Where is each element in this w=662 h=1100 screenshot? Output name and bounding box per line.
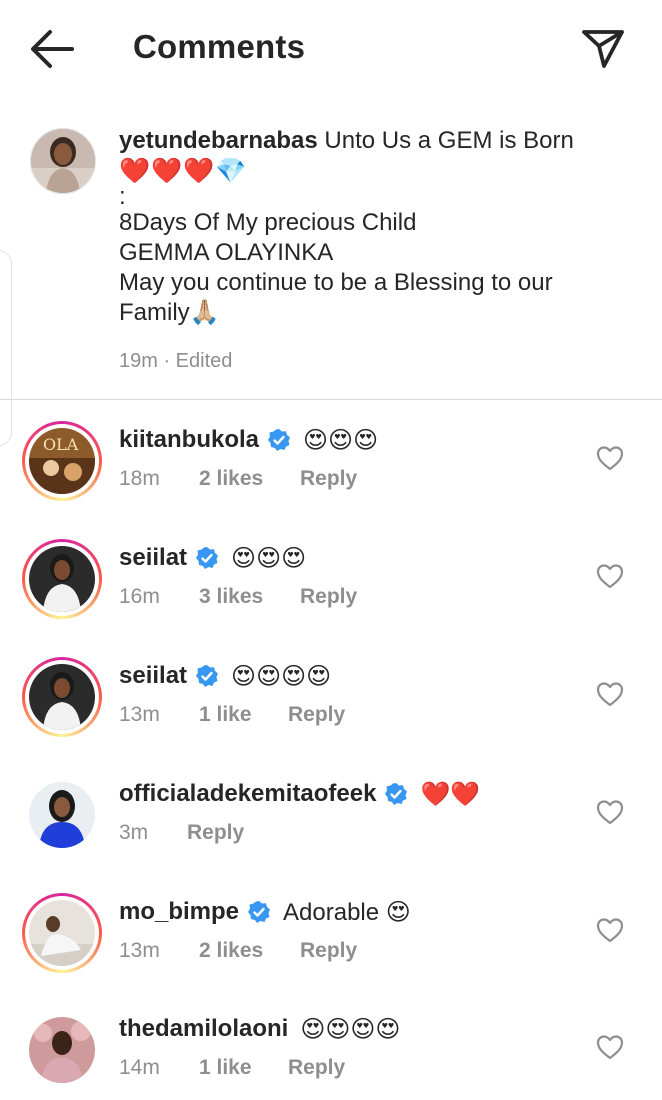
post-caption: yetundebarnabas Unto Us a GEM is Born ❤️… (0, 120, 662, 400)
reply-button[interactable]: Reply (300, 585, 357, 609)
comment-item: seiilat 😍😍😍😍 13m 1 like Reply (0, 657, 662, 775)
comment-time: 13m (119, 939, 160, 962)
caption-first-line: Unto Us a GEM is Born (324, 127, 574, 154)
avatar[interactable] (22, 1010, 102, 1090)
comment-text: ❤️❤️ (420, 780, 481, 808)
comment-text: 😍😍😍😍 (300, 1015, 401, 1043)
comment-item: mo_bimpe Adorable 😍 13m 2 likes Reply (0, 893, 662, 1011)
avatar[interactable]: OLA (22, 421, 102, 501)
caption-line: May you continue to be a Blessing to our (119, 269, 553, 296)
comment-text: Adorable 😍 (283, 898, 411, 926)
avatar[interactable] (22, 657, 102, 737)
heart-icon[interactable] (596, 799, 624, 825)
avatar[interactable] (22, 893, 102, 973)
reply-button[interactable]: Reply (300, 939, 357, 963)
comment-username[interactable]: kiitanbukola (119, 426, 259, 454)
avatar[interactable] (22, 775, 102, 855)
comment-likes[interactable]: 1 like (199, 1056, 288, 1080)
comment-username[interactable]: seiilat (119, 662, 187, 690)
arrow-left-icon (31, 30, 74, 68)
comment-item: OLA kiitanbukola 😍😍😍 18m 2 likes Reply (0, 421, 662, 539)
comment-time: 18m (119, 467, 160, 490)
reply-button[interactable]: Reply (288, 1056, 345, 1080)
caption-username[interactable]: yetundebarnabas (119, 127, 318, 154)
page-title: Comments (133, 28, 306, 65)
heart-icon[interactable] (596, 563, 624, 589)
back-button[interactable] (28, 26, 76, 72)
comment-username[interactable]: seiilat (119, 544, 187, 572)
caption-line: Family🙏🏼 (119, 299, 220, 326)
paper-plane-icon (582, 30, 624, 68)
verified-badge-icon (196, 547, 219, 569)
verified-badge-icon (385, 783, 408, 805)
heart-icon[interactable] (596, 445, 624, 471)
verified-badge-icon (248, 901, 271, 923)
header-bar: Comments (0, 0, 662, 96)
heart-icon[interactable] (596, 681, 624, 707)
comment-time: 13m (119, 703, 160, 726)
caption-line: : (119, 183, 126, 210)
comment-username[interactable]: officialadekemitaofeek (119, 780, 376, 808)
verified-badge-icon (196, 665, 219, 687)
comment-likes[interactable]: 2 likes (199, 939, 300, 963)
comment-item: officialadekemitaofeek ❤️❤️ 3m Reply (0, 775, 662, 893)
share-button[interactable] (578, 24, 628, 72)
verified-badge-icon (268, 429, 291, 451)
heart-icon[interactable] (596, 1034, 624, 1060)
comment-username[interactable]: thedamilolaoni (119, 1015, 288, 1043)
svg-text:OLA: OLA (43, 435, 79, 454)
reply-button[interactable]: Reply (288, 703, 345, 727)
comment-time: 16m (119, 585, 160, 608)
comment-text: 😍😍😍😍 (231, 662, 332, 690)
heart-icon[interactable] (596, 917, 624, 943)
comment-item: thedamilolaoni 😍😍😍😍 14m 1 like Reply (0, 1010, 662, 1100)
comment-time: 14m (119, 1056, 160, 1079)
avatar[interactable] (30, 128, 96, 194)
reply-button[interactable]: Reply (187, 821, 244, 845)
divider (0, 399, 662, 400)
comment-likes[interactable]: 1 like (199, 703, 288, 727)
comment-text: 😍😍😍 (303, 426, 379, 454)
comment-likes[interactable]: 3 likes (199, 585, 300, 609)
comment-item: seiilat 😍😍😍 16m 3 likes Reply (0, 539, 662, 657)
avatar[interactable] (22, 539, 102, 619)
comment-likes[interactable]: 2 likes (199, 467, 300, 491)
caption-meta: 19m · Edited (119, 350, 233, 372)
comment-text: 😍😍😍 (231, 544, 307, 572)
comment-username[interactable]: mo_bimpe (119, 898, 239, 926)
caption-emojis: ❤️❤️❤️💎 (119, 157, 248, 185)
caption-line: GEMMA OLAYINKA (119, 239, 334, 266)
comment-time: 3m (119, 821, 149, 844)
reply-button[interactable]: Reply (300, 467, 357, 491)
caption-line: 8Days Of My precious Child (119, 209, 417, 236)
